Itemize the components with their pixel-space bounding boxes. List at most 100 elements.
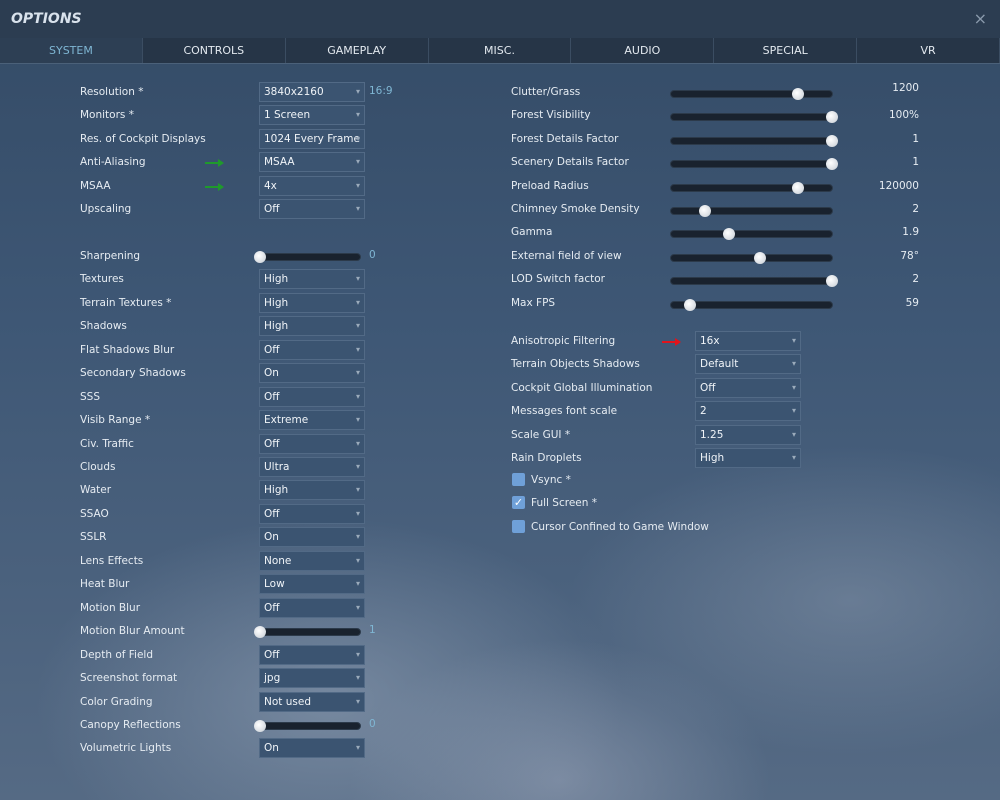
rain-droplets-value: High (700, 452, 725, 464)
preload-radius-value: 120000 (878, 180, 919, 192)
clutter-grass-slider[interactable] (670, 88, 833, 100)
upscaling-dropdown[interactable]: Off ▾ (259, 199, 365, 219)
heat-blur-dropdown[interactable]: Low ▾ (259, 574, 365, 594)
ssao-dropdown[interactable]: Off ▾ (259, 504, 365, 524)
preload-radius-slider-handle[interactable] (792, 182, 805, 194)
arrow-icon (662, 338, 681, 346)
clouds-dropdown[interactable]: Ultra ▾ (259, 457, 365, 477)
vsync-checkbox[interactable] (512, 473, 525, 486)
chevron-down-icon: ▾ (791, 406, 796, 415)
messages-font-scale-value: 2 (700, 405, 707, 417)
terrain-objects-shadows-label: Terrain Objects Shadows (511, 358, 640, 370)
messages-font-scale-dropdown[interactable]: 2 ▾ (695, 401, 801, 421)
tab-misc[interactable]: MISC. (429, 38, 572, 63)
cockpit-global-illumination-value: Off (700, 382, 716, 394)
tab-system[interactable]: SYSTEM (0, 38, 143, 63)
anti-aliasing-value: MSAA (264, 156, 295, 168)
forest-details-factor-slider[interactable] (670, 135, 838, 147)
resolution-dropdown[interactable]: 3840x2160 ▾ (259, 82, 365, 102)
color-grading-dropdown[interactable]: Not used ▾ (259, 692, 365, 712)
chevron-down-icon: ▾ (355, 603, 360, 612)
civ-traffic-dropdown[interactable]: Off ▾ (259, 434, 365, 454)
chevron-down-icon: ▾ (355, 134, 360, 143)
visib-range-dropdown[interactable]: Extreme ▾ (259, 410, 365, 430)
lod-switch-factor-value: 2 (912, 273, 919, 285)
color-grading-value: Not used (264, 696, 311, 708)
max-fps-slider-handle[interactable] (684, 299, 697, 311)
forest-visibility-slider-handle[interactable] (826, 111, 838, 123)
terrain-objects-shadows-dropdown[interactable]: Default ▾ (695, 354, 801, 374)
shadows-dropdown[interactable]: High ▾ (259, 316, 365, 336)
external-field-of-view-value: 78° (900, 250, 919, 262)
chevron-down-icon: ▾ (355, 392, 360, 401)
forest-details-factor-slider-handle[interactable] (826, 135, 838, 147)
depth-of-field-dropdown[interactable]: Off ▾ (259, 645, 365, 665)
flat-shadows-blur-value: Off (264, 344, 280, 356)
terrain-textures-dropdown[interactable]: High ▾ (259, 293, 365, 313)
motion-blur-amount-slider[interactable] (254, 626, 361, 638)
cockpit-global-illumination-dropdown[interactable]: Off ▾ (695, 378, 801, 398)
tab-gameplay[interactable]: GAMEPLAY (286, 38, 429, 63)
cursor-confined-to-game-window-checkbox[interactable] (512, 520, 525, 533)
chevron-down-icon: ▾ (355, 439, 360, 448)
canopy-reflections-slider-handle[interactable] (254, 720, 266, 732)
sss-dropdown[interactable]: Off ▾ (259, 387, 365, 407)
close-icon[interactable]: × (974, 9, 987, 28)
screenshot-format-dropdown[interactable]: jpg ▾ (259, 668, 365, 688)
external-field-of-view-slider-handle[interactable] (753, 252, 766, 264)
tab-controls[interactable]: CONTROLS (143, 38, 286, 63)
msaa-dropdown[interactable]: 4x ▾ (259, 176, 365, 196)
chevron-down-icon: ▾ (791, 359, 796, 368)
chimney-smoke-density-slider-handle[interactable] (698, 205, 711, 217)
max-fps-value: 59 (905, 297, 919, 309)
clutter-grass-label: Clutter/Grass (511, 86, 581, 98)
chevron-down-icon: ▾ (355, 157, 360, 166)
max-fps-slider[interactable] (670, 299, 833, 311)
messages-font-scale-label: Messages font scale (511, 405, 618, 417)
forest-visibility-slider[interactable] (670, 111, 838, 123)
terrain-textures-value: High (264, 297, 289, 309)
anisotropic-filtering-dropdown[interactable]: 16x ▾ (695, 331, 801, 351)
motion-blur-dropdown[interactable]: Off ▾ (259, 598, 365, 618)
full-screen-checkbox[interactable]: ✓ (512, 496, 525, 509)
canopy-reflections-slider[interactable] (254, 720, 361, 732)
flat-shadows-blur-dropdown[interactable]: Off ▾ (259, 340, 365, 360)
volumetric-lights-dropdown[interactable]: On ▾ (259, 738, 365, 758)
sharpening-slider-handle[interactable] (254, 251, 266, 263)
motion-blur-amount-slider-handle[interactable] (254, 626, 266, 638)
sslr-dropdown[interactable]: On ▾ (259, 527, 365, 547)
lens-effects-dropdown[interactable]: None ▾ (259, 551, 365, 571)
chimney-smoke-density-slider[interactable] (670, 205, 833, 217)
preload-radius-label: Preload Radius (511, 180, 589, 192)
chevron-down-icon: ▾ (355, 415, 360, 424)
scale-gui-dropdown[interactable]: 1.25 ▾ (695, 425, 801, 445)
gamma-value: 1.9 (902, 226, 919, 238)
scenery-details-factor-slider[interactable] (670, 158, 838, 170)
lod-switch-factor-slider[interactable] (670, 275, 838, 287)
rain-droplets-dropdown[interactable]: High ▾ (695, 448, 801, 468)
anisotropic-filtering-value: 16x (700, 335, 720, 347)
chevron-down-icon: ▾ (791, 430, 796, 439)
sss-value: Off (264, 391, 280, 403)
checkmark-icon: ✓ (513, 496, 524, 509)
sharpening-slider[interactable] (254, 251, 361, 263)
textures-dropdown[interactable]: High ▾ (259, 269, 365, 289)
external-field-of-view-slider[interactable] (670, 252, 833, 264)
color-grading-label: Color Grading (80, 696, 153, 708)
tab-audio[interactable]: AUDIO (571, 38, 715, 63)
tab-vr[interactable]: VR (857, 38, 1000, 63)
gamma-slider-handle[interactable] (722, 228, 735, 240)
preload-radius-slider[interactable] (670, 182, 833, 194)
chevron-down-icon: ▾ (355, 697, 360, 706)
secondary-shadows-dropdown[interactable]: On ▾ (259, 363, 365, 383)
water-dropdown[interactable]: High ▾ (259, 480, 365, 500)
anti-aliasing-dropdown[interactable]: MSAA ▾ (259, 152, 365, 172)
monitors-dropdown[interactable]: 1 Screen ▾ (259, 105, 365, 125)
res-of-cockpit-displays-dropdown[interactable]: 1024 Every Frame ▾ (259, 129, 365, 149)
lod-switch-factor-slider-handle[interactable] (826, 275, 838, 287)
gamma-slider[interactable] (670, 228, 833, 240)
tab-special[interactable]: SPECIAL (714, 38, 858, 63)
chimney-smoke-density-value: 2 (912, 203, 919, 215)
clutter-grass-slider-handle[interactable] (792, 88, 805, 100)
scenery-details-factor-slider-handle[interactable] (826, 158, 838, 170)
